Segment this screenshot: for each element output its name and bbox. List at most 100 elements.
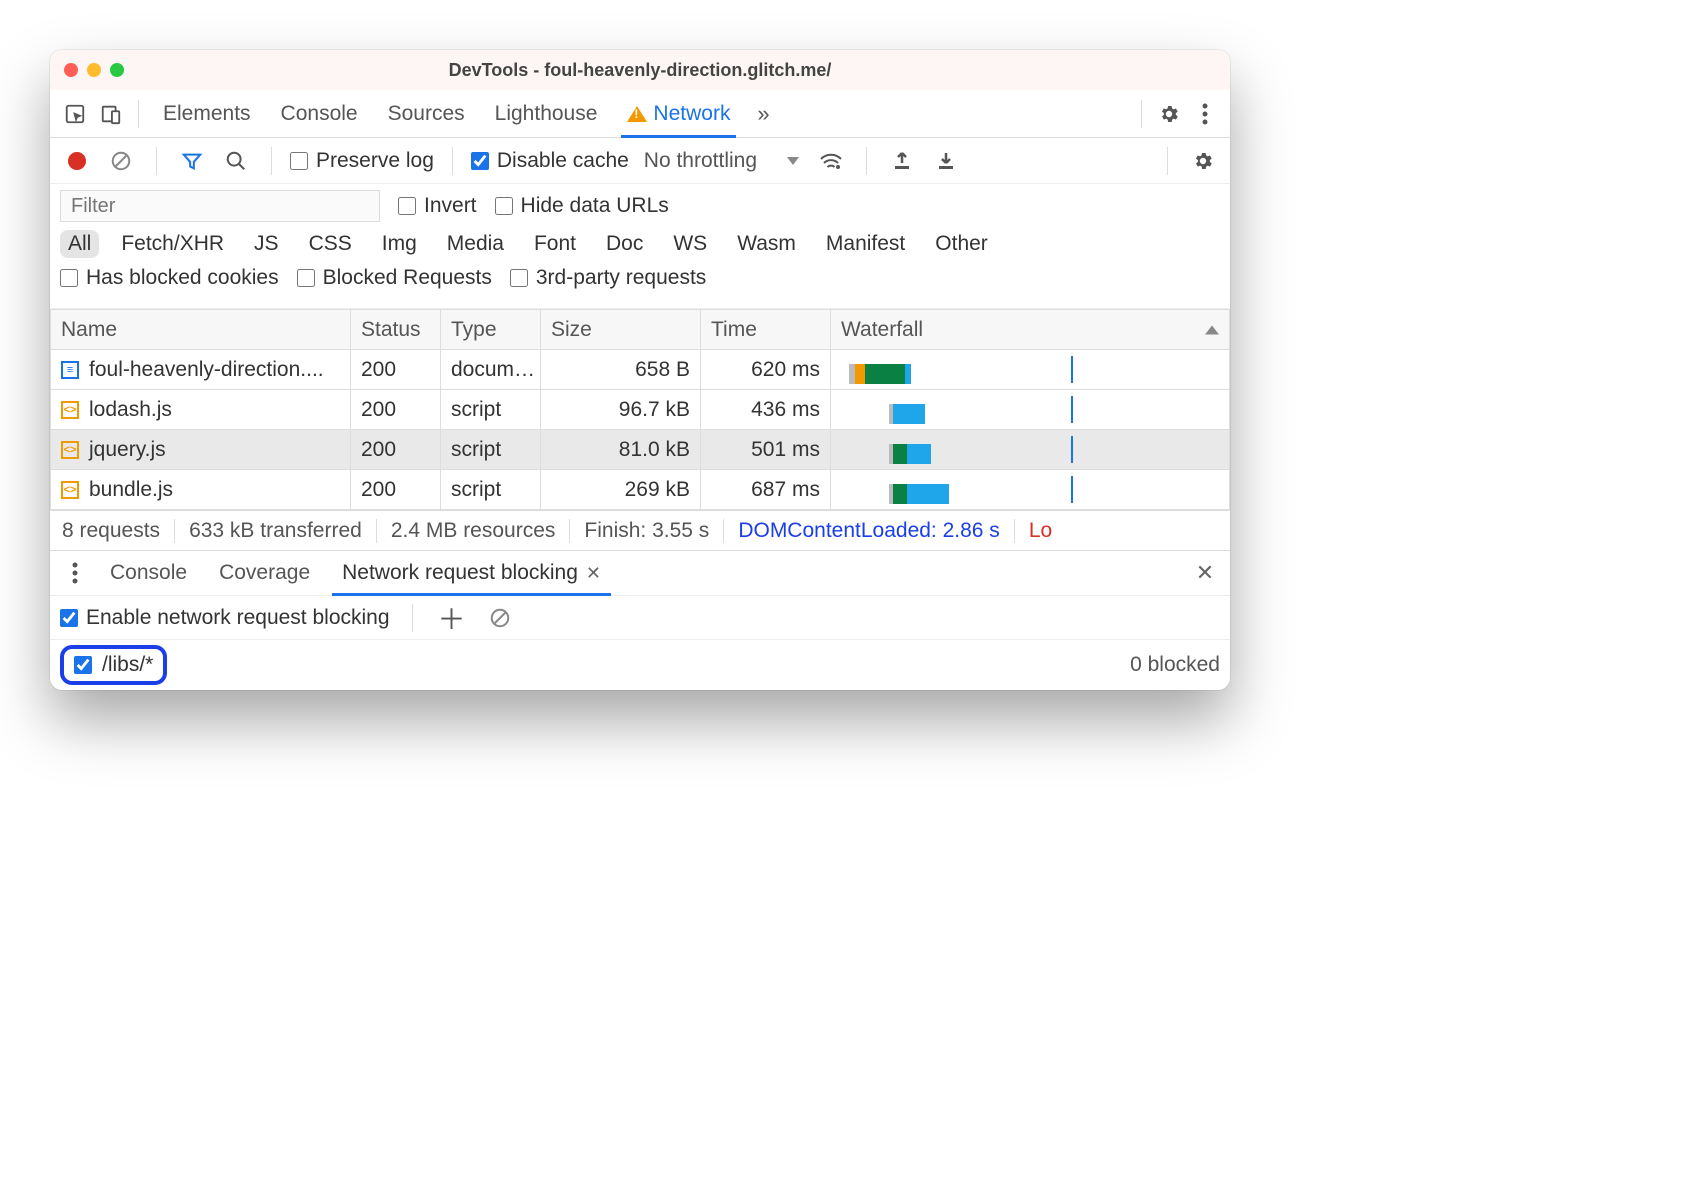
col-status[interactable]: Status <box>351 310 441 350</box>
tab-label: Console <box>281 102 358 126</box>
summary-resources: 2.4 MB resources <box>377 519 571 543</box>
drawer-tab-coverage[interactable]: Coverage <box>205 551 324 595</box>
invert-checkbox[interactable]: Invert <box>398 194 477 218</box>
request-time: 436 ms <box>701 390 831 430</box>
tab-elements[interactable]: Elements <box>149 90 265 137</box>
preserve-log-checkbox[interactable]: Preserve log <box>290 149 434 173</box>
type-filter-css[interactable]: CSS <box>301 230 360 258</box>
table-row[interactable]: <>jquery.js 200 script 81.0 kB 501 ms <box>51 430 1230 470</box>
tab-network[interactable]: Network <box>613 90 744 137</box>
checkbox-label: Has blocked cookies <box>86 266 279 290</box>
network-conditions-button[interactable] <box>814 144 848 178</box>
summary-requests: 8 requests <box>62 519 175 543</box>
filter-input[interactable] <box>60 190 380 222</box>
type-filter-other[interactable]: Other <box>927 230 996 258</box>
network-settings-button[interactable] <box>1186 144 1220 178</box>
close-drawer-button[interactable]: ✕ <box>1188 556 1222 590</box>
drawer-tab-console[interactable]: Console <box>96 551 201 595</box>
script-icon: <> <box>61 441 79 459</box>
type-filter-fetch[interactable]: Fetch/XHR <box>113 230 232 258</box>
chevron-down-icon <box>787 157 799 165</box>
enable-blocking-checkbox[interactable]: Enable network request blocking <box>60 606 390 630</box>
tab-label: Sources <box>388 102 465 126</box>
drawer-kebab-menu[interactable] <box>58 556 92 590</box>
tab-sources[interactable]: Sources <box>374 90 479 137</box>
tab-label: Lighthouse <box>495 102 598 126</box>
tab-console[interactable]: Console <box>267 90 372 137</box>
type-filters: All Fetch/XHR JS CSS Img Media Font Doc … <box>60 230 1220 258</box>
script-icon: <> <box>61 401 79 419</box>
table-row[interactable]: <>lodash.js 200 script 96.7 kB 436 ms <box>51 390 1230 430</box>
request-name: bundle.js <box>89 478 173 502</box>
summary-load: Lo <box>1015 519 1052 543</box>
clear-button[interactable] <box>104 144 138 178</box>
device-toolbar-button[interactable] <box>94 97 128 131</box>
close-tab-icon[interactable]: ✕ <box>586 563 601 584</box>
request-size: 81.0 kB <box>541 430 701 470</box>
divider <box>1167 147 1168 175</box>
col-type[interactable]: Type <box>441 310 541 350</box>
network-summary: 8 requests 633 kB transferred 2.4 MB res… <box>50 510 1230 550</box>
request-type: script <box>441 390 541 430</box>
col-size[interactable]: Size <box>541 310 701 350</box>
import-har-button[interactable] <box>885 144 919 178</box>
request-time: 620 ms <box>701 350 831 390</box>
divider <box>138 100 139 128</box>
table-row[interactable]: ≡foul-heavenly-direction.... 200 docum… … <box>51 350 1230 390</box>
type-filter-font[interactable]: Font <box>526 230 584 258</box>
header-label: Waterfall <box>841 318 923 341</box>
throttling-select[interactable]: No throttling <box>639 146 804 176</box>
type-filter-wasm[interactable]: Wasm <box>729 230 804 258</box>
third-party-checkbox[interactable]: 3rd-party requests <box>510 266 706 290</box>
pattern-text: /libs/* <box>102 653 153 677</box>
request-type: script <box>441 470 541 510</box>
tab-label: Elements <box>163 102 251 126</box>
type-filter-doc[interactable]: Doc <box>598 230 651 258</box>
sort-asc-icon <box>1205 325 1219 334</box>
drawer-tab-blocking[interactable]: Network request blocking ✕ <box>328 551 615 595</box>
col-name[interactable]: Name <box>51 310 351 350</box>
hide-data-urls-checkbox[interactable]: Hide data URLs <box>495 194 669 218</box>
type-filter-all[interactable]: All <box>60 230 99 258</box>
warning-icon <box>627 106 647 122</box>
type-filter-media[interactable]: Media <box>439 230 512 258</box>
blocking-toolbar: Enable network request blocking ＋ <box>50 596 1230 640</box>
devtools-window: DevTools - foul-heavenly-direction.glitc… <box>50 50 1230 690</box>
add-pattern-button[interactable]: ＋ <box>435 601 469 635</box>
divider <box>866 147 867 175</box>
inspect-element-button[interactable] <box>58 97 92 131</box>
record-button[interactable] <box>60 144 94 178</box>
type-filter-img[interactable]: Img <box>374 230 425 258</box>
table-row[interactable]: <>bundle.js 200 script 269 kB 687 ms <box>51 470 1230 510</box>
checkbox-label: Hide data URLs <box>521 194 669 218</box>
divider <box>1141 100 1142 128</box>
tab-lighthouse[interactable]: Lighthouse <box>481 90 612 137</box>
pattern-enabled-checkbox[interactable] <box>74 656 92 674</box>
type-filter-js[interactable]: JS <box>246 230 287 258</box>
clear-patterns-button[interactable] <box>483 601 517 635</box>
tab-label: Console <box>110 561 187 585</box>
blocking-pattern[interactable]: /libs/* <box>60 645 167 685</box>
request-type: script <box>441 430 541 470</box>
blocking-pattern-row: /libs/* 0 blocked <box>50 640 1230 690</box>
titlebar: DevTools - foul-heavenly-direction.glitc… <box>50 50 1230 90</box>
request-size: 658 B <box>541 350 701 390</box>
blocked-requests-checkbox[interactable]: Blocked Requests <box>297 266 492 290</box>
type-filter-manifest[interactable]: Manifest <box>818 230 913 258</box>
export-har-button[interactable] <box>929 144 963 178</box>
has-blocked-cookies-checkbox[interactable]: Has blocked cookies <box>60 266 279 290</box>
kebab-menu-button[interactable] <box>1188 97 1222 131</box>
more-tabs-button[interactable]: » <box>746 97 780 131</box>
divider <box>271 147 272 175</box>
request-type: docum… <box>441 350 541 390</box>
col-time[interactable]: Time <box>701 310 831 350</box>
col-waterfall[interactable]: Waterfall <box>831 310 1230 350</box>
search-button[interactable] <box>219 144 253 178</box>
disable-cache-checkbox[interactable]: Disable cache <box>471 149 629 173</box>
settings-button[interactable] <box>1152 97 1186 131</box>
type-filter-ws[interactable]: WS <box>665 230 715 258</box>
blocked-count: 0 blocked <box>1130 653 1220 677</box>
filter-toggle-button[interactable] <box>175 144 209 178</box>
drawer-tabs: Console Coverage Network request blockin… <box>50 550 1230 596</box>
request-size: 96.7 kB <box>541 390 701 430</box>
